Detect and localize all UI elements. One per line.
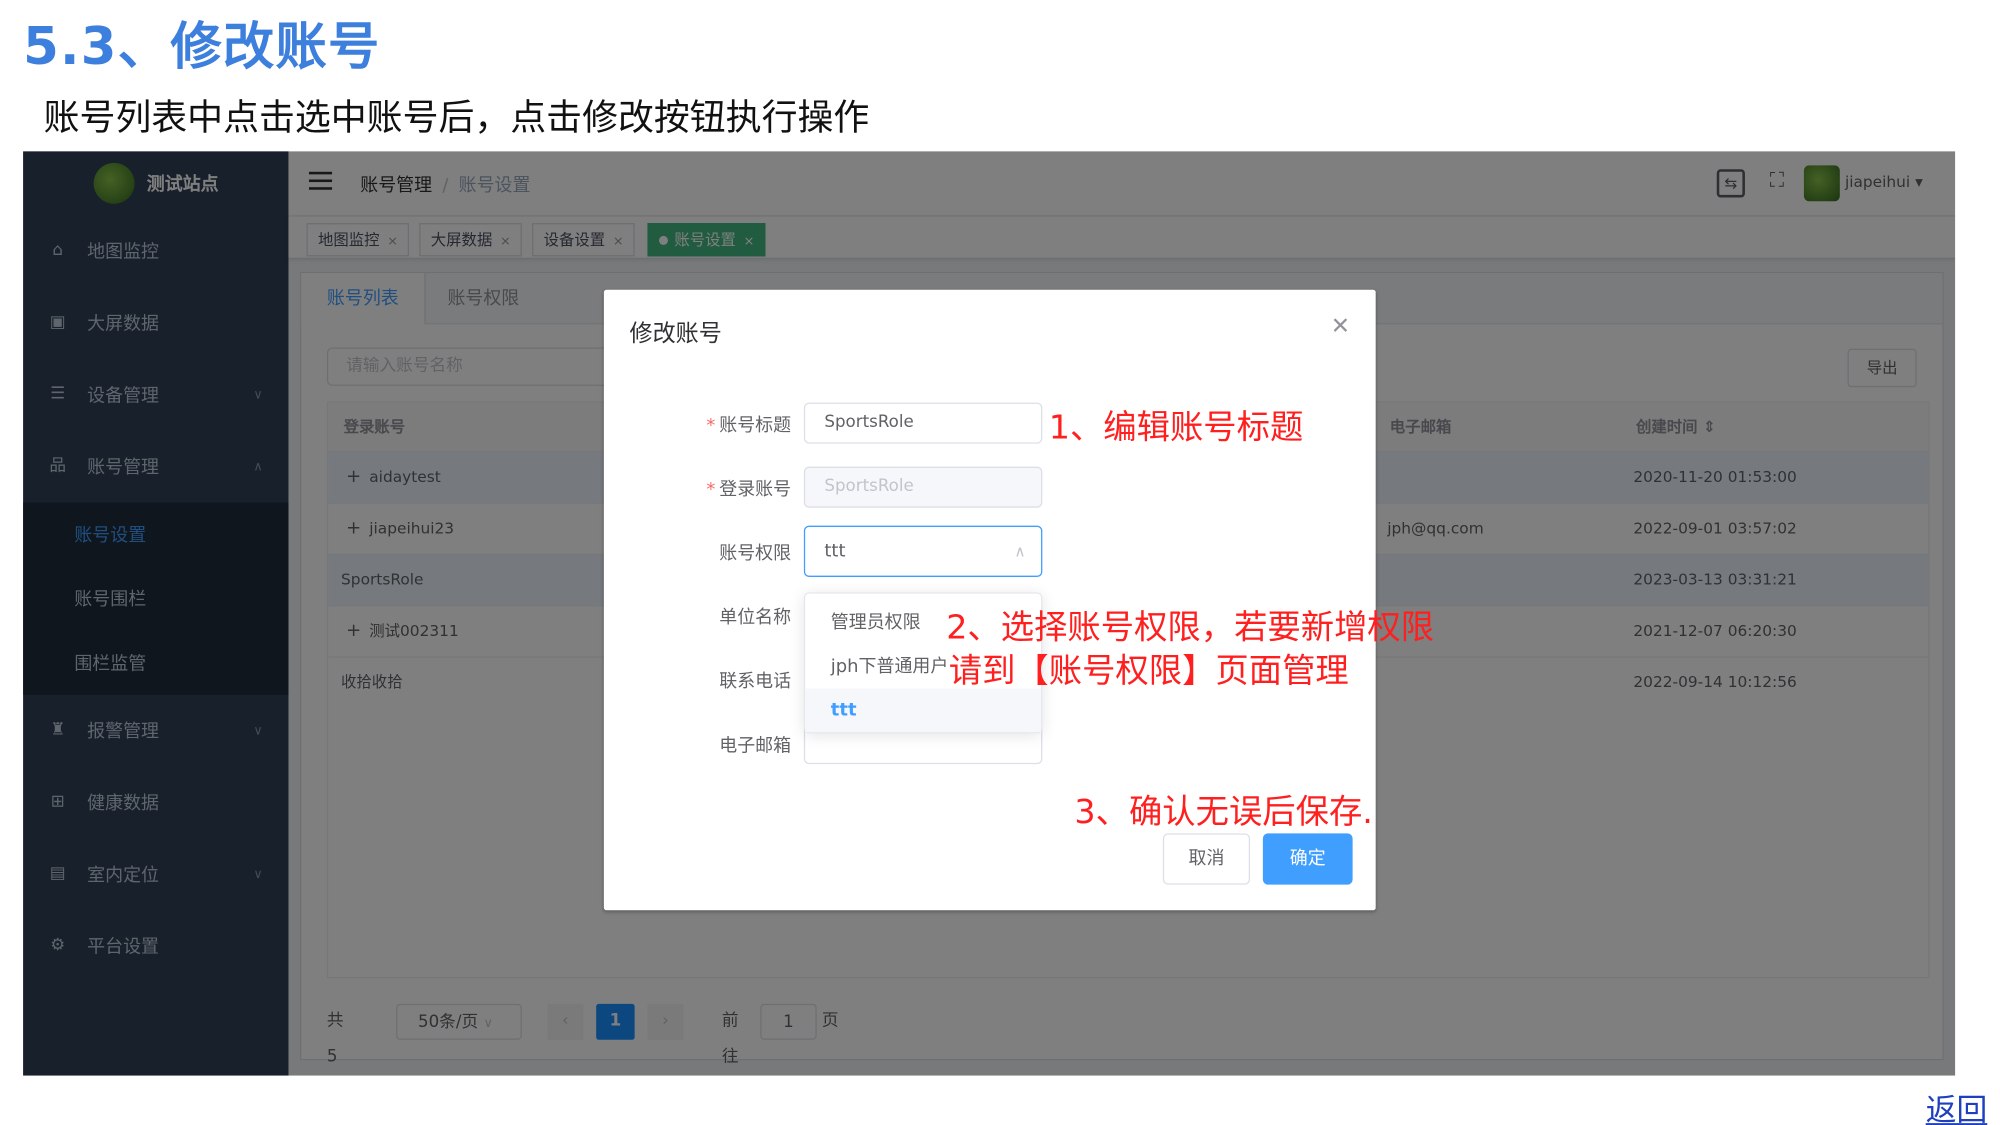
doc-subtitle: 账号列表中点击选中账号后，点击修改按钮执行操作 bbox=[43, 96, 870, 139]
annotation-step1: 1、编辑账号标题 bbox=[1048, 408, 1304, 448]
confirm-button[interactable]: 确定 bbox=[1262, 833, 1353, 885]
dropdown-option-selected[interactable]: ttt bbox=[805, 688, 1042, 733]
permission-select-value: ttt bbox=[824, 541, 846, 562]
chevron-up-icon: ∧ bbox=[1014, 542, 1026, 561]
field-label-phone: 联系电话 bbox=[719, 671, 792, 693]
cancel-button[interactable]: 取消 bbox=[1162, 833, 1251, 885]
field-label-email: 电子邮箱 bbox=[719, 735, 792, 757]
doc-title: 5.3、修改账号 bbox=[23, 17, 381, 77]
permission-select[interactable]: ttt ∧ bbox=[803, 525, 1043, 577]
field-label-unit: 单位名称 bbox=[719, 607, 792, 629]
field-label-title: * 账号标题 bbox=[706, 415, 792, 436]
back-link[interactable]: 返回 bbox=[1926, 1085, 1988, 1125]
field-label-permission: 账号权限 bbox=[719, 543, 792, 565]
annotation-step2-line2: 请到【账号权限】页面管理 bbox=[948, 652, 1349, 692]
field-label-login: * 登录账号 bbox=[706, 479, 792, 501]
close-icon[interactable]: ✕ bbox=[1331, 313, 1350, 340]
login-account-input: SportsRole bbox=[803, 466, 1043, 508]
annotation-step2-line1: 2、选择账号权限，若要新增权限 bbox=[946, 608, 1435, 648]
account-title-input[interactable]: SportsRole bbox=[803, 402, 1043, 444]
dialog-title: 修改账号 bbox=[629, 320, 722, 348]
annotation-step3: 3、确认无误后保存. bbox=[1074, 793, 1373, 833]
